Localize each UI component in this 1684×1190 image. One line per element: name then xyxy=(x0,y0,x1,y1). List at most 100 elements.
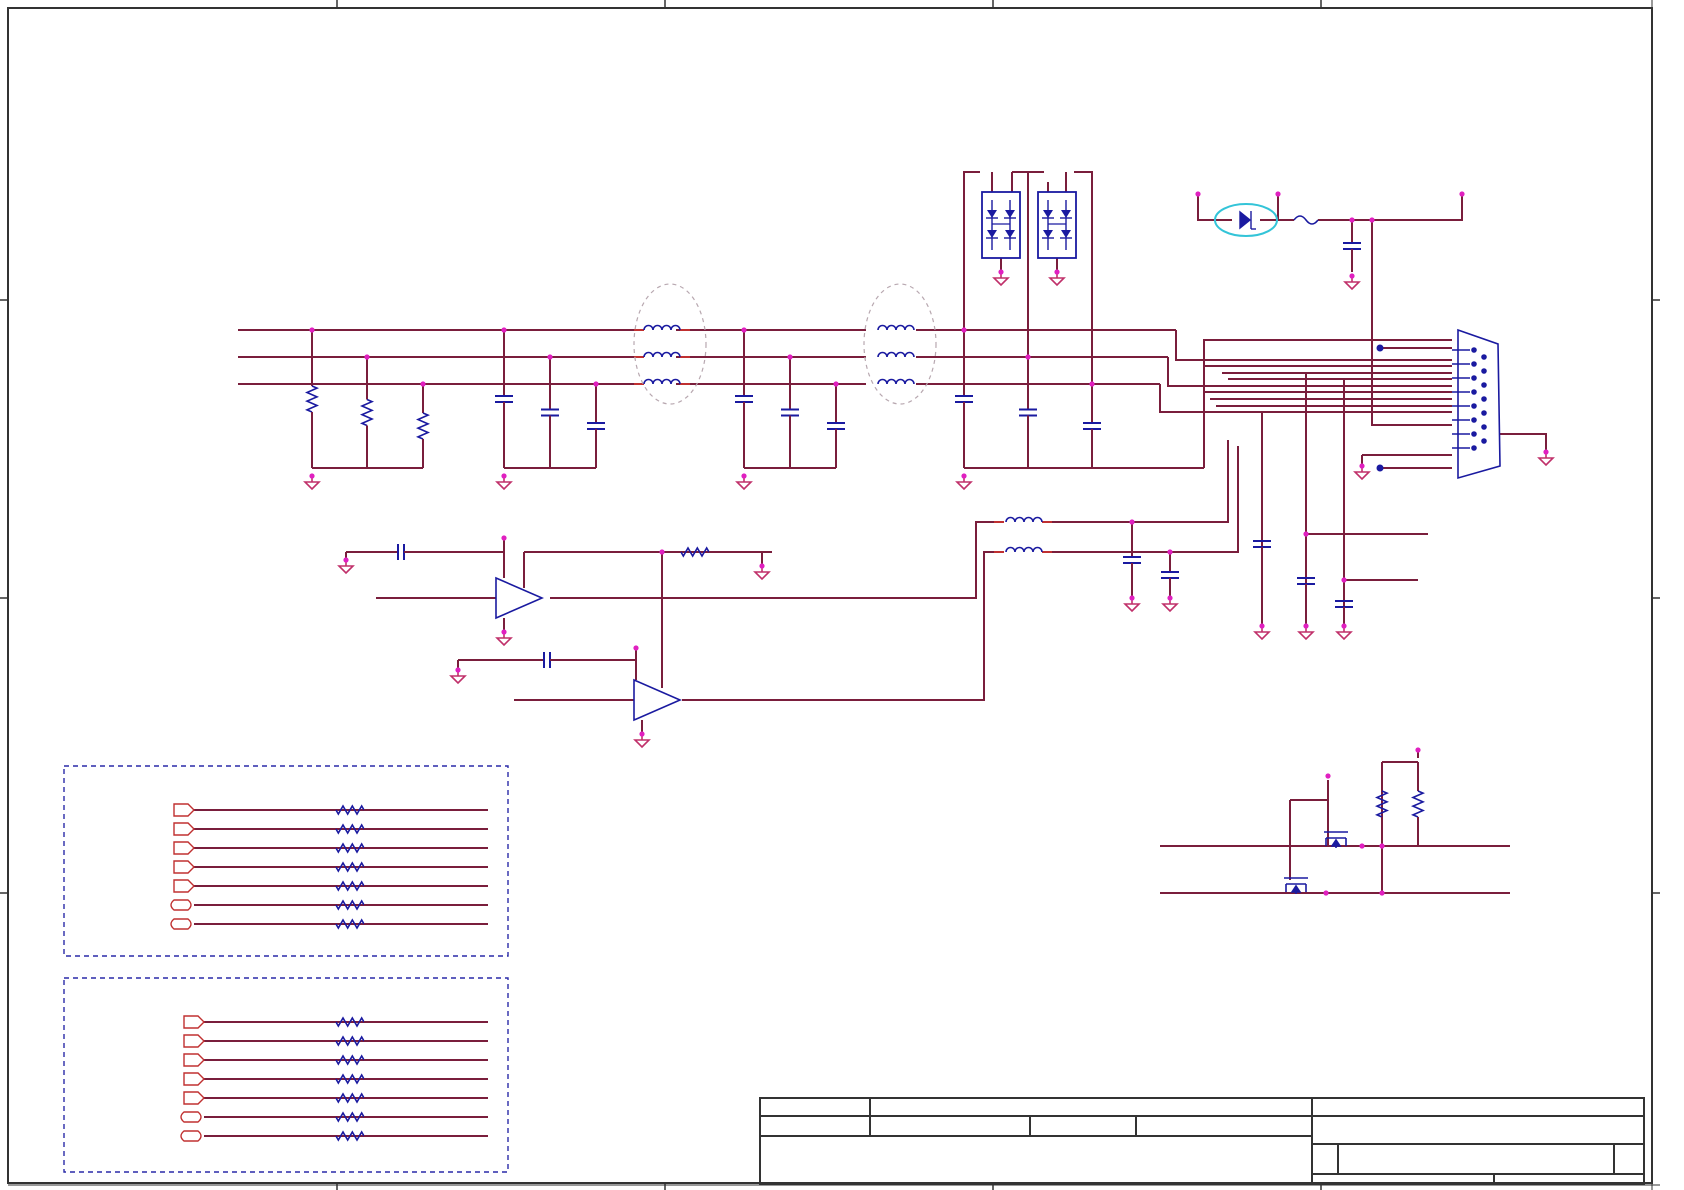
junction-dot xyxy=(501,629,507,635)
port-icon xyxy=(173,860,195,874)
junction-dot xyxy=(759,563,765,569)
schematic-canvas xyxy=(0,0,1660,1190)
junction-dot xyxy=(1379,843,1385,849)
junction-dot xyxy=(1303,623,1309,629)
port-icon xyxy=(170,918,192,930)
capacitor-icon xyxy=(781,357,799,468)
junction-dot xyxy=(833,381,839,387)
fuse-icon xyxy=(1293,215,1319,225)
port-icon xyxy=(183,1015,205,1029)
port-icon xyxy=(183,1034,205,1048)
resistor-icon xyxy=(300,918,400,930)
db15-connector-icon xyxy=(1452,328,1501,480)
junction-dot xyxy=(1459,191,1465,197)
wire xyxy=(1168,440,1229,523)
resistor-icon xyxy=(304,330,320,468)
diode-icon xyxy=(1239,210,1256,230)
wire xyxy=(1167,357,1452,387)
junction-dot xyxy=(639,731,645,737)
resistor-icon xyxy=(300,1092,400,1104)
resistor-icon xyxy=(300,1035,400,1047)
inductor-icon xyxy=(643,324,681,331)
port-icon xyxy=(170,899,192,911)
resistor-icon xyxy=(300,880,400,892)
port-icon xyxy=(173,841,195,855)
junction-dot xyxy=(1089,381,1095,387)
junction-dot xyxy=(1415,747,1421,753)
wire xyxy=(682,551,994,701)
resistor-icon xyxy=(359,357,375,468)
junction-dot xyxy=(787,354,793,360)
inductor-icon xyxy=(1005,546,1043,553)
junction-dot xyxy=(501,535,507,541)
ferrite-bead-group xyxy=(633,283,707,405)
resistor-icon xyxy=(300,1016,400,1028)
junction-dot xyxy=(1349,273,1355,279)
capacitor-icon xyxy=(587,384,605,468)
inductor-icon xyxy=(877,351,915,358)
wire xyxy=(1175,330,1452,361)
wire xyxy=(1318,194,1463,221)
capacitor-icon xyxy=(1019,357,1037,468)
capacitor-icon xyxy=(1123,522,1141,598)
capacitor-icon xyxy=(1161,552,1179,598)
junction-dot xyxy=(741,473,747,479)
title-block xyxy=(759,1097,1645,1185)
junction-dot xyxy=(1025,354,1031,360)
mosfet-icon xyxy=(1284,877,1308,894)
junction-dot xyxy=(309,327,315,333)
junction-dot xyxy=(1341,623,1347,629)
junction-nodes xyxy=(309,191,1549,896)
wire xyxy=(550,521,994,599)
junction-dot xyxy=(420,381,426,387)
diode-icon xyxy=(1037,191,1077,259)
port-icon xyxy=(173,803,195,817)
resistor-icon xyxy=(300,1111,400,1123)
junction-dot xyxy=(998,269,1004,275)
resistor-icon xyxy=(300,1054,400,1066)
junction-dot xyxy=(364,354,370,360)
junction-dot xyxy=(1129,519,1135,525)
resistor-icon xyxy=(415,384,431,468)
resistor-icon xyxy=(300,899,400,911)
pin-dot xyxy=(1376,464,1384,472)
junction-dot xyxy=(1369,217,1375,223)
wire xyxy=(963,171,980,330)
junction-dot xyxy=(1129,595,1135,601)
junction-dot xyxy=(1303,531,1309,537)
resistor-icon xyxy=(1374,762,1390,846)
capacitor-icon xyxy=(1083,384,1101,468)
junction-dot xyxy=(1359,463,1365,469)
wire xyxy=(1371,220,1452,426)
resistor-icon xyxy=(300,861,400,873)
junction-dot xyxy=(1054,269,1060,275)
junction-dot xyxy=(1543,449,1549,455)
junction-dot xyxy=(1167,595,1173,601)
drawing-frame xyxy=(7,0,1660,1190)
port-icon xyxy=(183,1072,205,1086)
inductor-icon xyxy=(877,378,915,385)
capacitor-icon xyxy=(458,652,636,668)
op-amp-icon xyxy=(633,678,683,722)
resistor-icon xyxy=(300,842,400,854)
capacitor-icon xyxy=(827,384,845,468)
capacitor-icon xyxy=(541,357,559,468)
junction-dot xyxy=(593,381,599,387)
junction-dot xyxy=(1341,577,1347,583)
junction-dot xyxy=(1323,890,1329,896)
capacitor-icon xyxy=(1343,220,1361,272)
junction-dot xyxy=(1325,773,1331,779)
port-icon xyxy=(173,822,195,836)
inductor-icon xyxy=(643,351,681,358)
junction-dot xyxy=(1379,890,1385,896)
junction-dot xyxy=(1359,843,1365,849)
wire xyxy=(1500,433,1547,452)
junction-dot xyxy=(961,473,967,479)
junction-dot xyxy=(1167,549,1173,555)
port-icon xyxy=(183,1091,205,1105)
port-group-box xyxy=(63,977,509,1173)
junction-dot xyxy=(455,667,461,673)
wire-net xyxy=(194,171,1547,1137)
junction-dot xyxy=(1195,191,1201,197)
capacitor-icon xyxy=(495,330,513,468)
